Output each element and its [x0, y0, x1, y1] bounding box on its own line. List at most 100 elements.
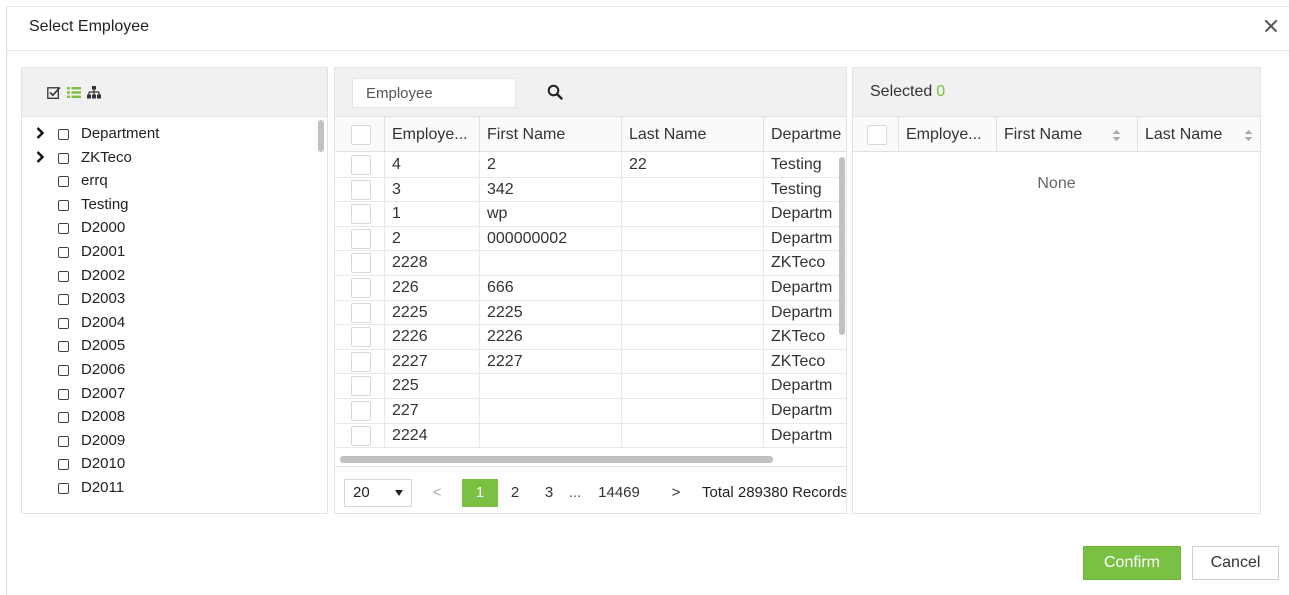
page-2-button[interactable]: 2 — [505, 479, 525, 507]
tree-item-checkbox[interactable] — [58, 459, 69, 471]
row-checkbox[interactable] — [351, 351, 371, 372]
tree-item[interactable]: D2002 — [22, 264, 312, 288]
org-chart-icon[interactable] — [87, 86, 101, 99]
previous-page-button[interactable]: < — [430, 479, 444, 507]
page-1-button[interactable]: 1 — [462, 479, 498, 507]
row-checkbox[interactable] — [351, 376, 371, 397]
cell-employee-id: 2 — [385, 226, 480, 251]
row-checkbox[interactable] — [351, 155, 371, 175]
tree-item-checkbox[interactable] — [58, 129, 69, 140]
tree-item-checkbox[interactable] — [58, 388, 69, 400]
tree-item-checkbox[interactable] — [58, 247, 69, 258]
selected-select-all-checkbox[interactable] — [867, 125, 887, 145]
row-checkbox[interactable] — [351, 228, 371, 249]
tree-item-checkbox[interactable] — [58, 199, 69, 211]
table-row[interactable]: 2224 Departm — [335, 423, 846, 449]
column-employee-id[interactable]: Employe... — [385, 117, 480, 152]
selected-header-checkbox-cell — [853, 117, 899, 152]
table-row[interactable]: 2227 2227 ZKTeco — [335, 349, 846, 375]
tree-item[interactable]: D2001 — [22, 240, 312, 264]
tree-item-checkbox[interactable] — [58, 270, 69, 282]
tree-item-checkbox[interactable] — [58, 176, 69, 188]
table-horizontal-scrollbar[interactable] — [340, 456, 773, 463]
tree-item-checkbox[interactable] — [58, 341, 69, 353]
selected-toolbar: Selected 0 — [853, 68, 1260, 117]
tree-item[interactable]: D2000 — [22, 216, 312, 240]
tree-item[interactable]: D2007 — [22, 382, 312, 406]
cancel-button[interactable]: Cancel — [1192, 546, 1279, 580]
tree-item[interactable]: D2010 — [22, 452, 312, 476]
row-checkbox-cell — [335, 399, 385, 423]
column-first-name[interactable]: First Name — [480, 117, 622, 152]
tree-item[interactable]: D2005 — [22, 334, 312, 358]
table-row[interactable]: 1 wp Departm — [335, 202, 846, 227]
department-tree-panel: Department ZKTeco errq Testing D2000 D2001 D20… — [21, 67, 328, 514]
sort-icon[interactable] — [1244, 130, 1253, 141]
tree-item[interactable]: D2009 — [22, 429, 312, 453]
tree-item[interactable]: D2006 — [22, 358, 312, 382]
cell-employee-id: 227 — [385, 399, 480, 423]
selected-column-employee-id[interactable]: Employe... — [899, 117, 997, 152]
table-row[interactable]: 227 Departm — [335, 399, 846, 424]
row-checkbox[interactable] — [351, 204, 371, 225]
table-row[interactable]: 3 342 Testing — [335, 177, 846, 203]
table-row[interactable]: 2226 2226 ZKTeco — [335, 325, 846, 350]
row-checkbox[interactable] — [351, 327, 371, 348]
search-icon[interactable] — [547, 84, 563, 100]
row-checkbox[interactable] — [351, 425, 371, 446]
column-department[interactable]: Departme — [764, 117, 846, 152]
page-size-select[interactable]: 20 — [344, 479, 412, 507]
tree-item[interactable]: Department — [22, 122, 312, 146]
row-checkbox[interactable] — [351, 278, 371, 298]
tree-item[interactable]: D2003 — [22, 287, 312, 311]
table-vertical-scrollbar[interactable] — [839, 157, 845, 335]
tree-item-checkbox[interactable] — [58, 365, 69, 376]
table-row[interactable]: 2228 ZKTeco — [335, 251, 846, 276]
tree-item[interactable]: errq — [22, 169, 312, 193]
row-checkbox[interactable] — [351, 179, 371, 200]
selected-column-first-name[interactable]: First Name — [997, 117, 1138, 152]
tree-item[interactable]: D2011 — [22, 476, 312, 500]
cell-department: ZKTeco — [764, 251, 846, 275]
selected-column-last-name[interactable]: Last Name — [1138, 117, 1260, 152]
chevron-right-icon[interactable] — [36, 150, 44, 163]
tree-item-checkbox[interactable] — [58, 294, 69, 306]
table-row[interactable]: 2 000000002 Departm — [335, 226, 846, 252]
next-page-button[interactable]: > — [670, 479, 682, 507]
cell-last-name — [622, 300, 764, 325]
page-3-button[interactable]: 3 — [539, 479, 559, 507]
tree-item-checkbox[interactable] — [58, 483, 69, 494]
selected-label-text: Selected — [870, 83, 933, 100]
table-row[interactable]: 2225 2225 Departm — [335, 300, 846, 326]
tree-scrollbar[interactable] — [318, 120, 324, 152]
row-checkbox[interactable] — [351, 302, 371, 323]
confirm-button[interactable]: Confirm — [1083, 546, 1181, 580]
employee-search-input[interactable] — [352, 78, 516, 108]
tree-item-checkbox[interactable] — [58, 223, 69, 235]
table-row[interactable]: 225 Departm — [335, 374, 846, 399]
row-checkbox-cell — [335, 153, 385, 177]
cell-employee-id: 225 — [385, 374, 480, 399]
list-icon[interactable] — [67, 86, 81, 99]
select-all-checkbox[interactable] — [351, 125, 371, 145]
table-row[interactable]: 4 2 22 Testing — [335, 153, 846, 178]
check-all-icon[interactable] — [47, 86, 61, 99]
row-checkbox[interactable] — [351, 401, 371, 421]
tree-item[interactable]: D2004 — [22, 311, 312, 335]
tree-item[interactable]: Testing — [22, 193, 312, 217]
table-row[interactable]: 226 666 Departm — [335, 276, 846, 301]
column-last-name[interactable]: Last Name — [622, 117, 764, 152]
chevron-right-icon[interactable] — [36, 127, 44, 139]
close-icon[interactable] — [1260, 15, 1282, 37]
tree-item[interactable]: D2008 — [22, 405, 312, 429]
row-checkbox[interactable] — [351, 253, 371, 274]
cell-first-name: 666 — [480, 276, 622, 300]
tree-item-checkbox[interactable] — [58, 412, 69, 424]
sort-icon[interactable] — [1112, 130, 1121, 141]
cell-last-name — [622, 349, 764, 374]
last-page-button[interactable]: 14469 — [593, 479, 645, 507]
tree-item-checkbox[interactable] — [58, 152, 69, 164]
tree-item[interactable]: ZKTeco — [22, 146, 312, 170]
tree-item-checkbox[interactable] — [58, 435, 69, 447]
tree-item-checkbox[interactable] — [58, 317, 69, 329]
